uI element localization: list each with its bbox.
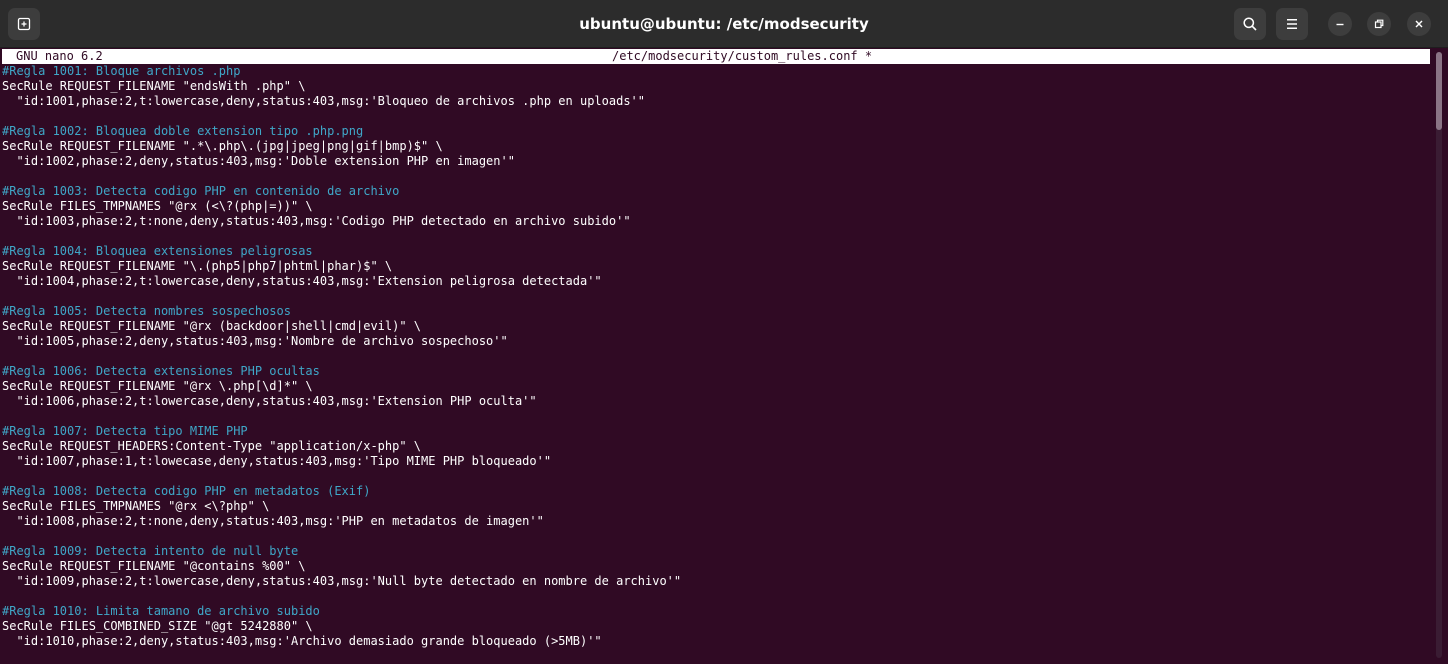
code-line: "id:1003,phase:2,t:none,deny,status:403,…	[2, 214, 631, 228]
title-bar: ubuntu@ubuntu: /etc/modsecurity	[0, 0, 1448, 48]
comment-line: #Regla 1003: Detecta codigo PHP en conte…	[2, 184, 400, 198]
code-line: SecRule REQUEST_FILENAME "@contains %00"…	[2, 559, 306, 573]
code-line: SecRule REQUEST_HEADERS:Content-Type "ap…	[2, 439, 422, 453]
nano-header-bar: GNU nano 6.2 /etc/modsecurity/custom_rul…	[2, 49, 1430, 64]
code-line: SecRule REQUEST_FILENAME "@rx \.php[\d]*…	[2, 379, 313, 393]
search-button[interactable]	[1234, 8, 1266, 40]
comment-line: #Regla 1004: Bloquea extensiones peligro…	[2, 244, 313, 258]
restore-icon	[1374, 19, 1384, 29]
code-line: SecRule FILES_TMPNAMES "@rx <\?php" \	[2, 499, 270, 513]
code-line: "id:1004,phase:2,t:lowercase,deny,status…	[2, 274, 602, 288]
code-line: "id:1007,phase:1,t:lowecase,deny,status:…	[2, 454, 552, 468]
search-icon	[1242, 16, 1258, 32]
new-tab-button[interactable]	[8, 8, 40, 40]
code-line: "id:1002,phase:2,deny,status:403,msg:'Do…	[2, 154, 515, 168]
comment-line: #Regla 1005: Detecta nombres sospechosos	[2, 304, 291, 318]
code-line: SecRule REQUEST_FILENAME ".*\.php\.(jpg|…	[2, 139, 443, 153]
scrollbar-thumb[interactable]	[1436, 52, 1442, 130]
hamburger-menu-icon	[1285, 18, 1299, 30]
new-tab-icon	[16, 16, 32, 32]
scrollbar[interactable]	[1436, 52, 1442, 658]
comment-line: #Regla 1002: Bloquea doble extension tip…	[2, 124, 364, 138]
window-title: ubuntu@ubuntu: /etc/modsecurity	[579, 15, 869, 33]
nano-filename: /etc/modsecurity/custom_rules.conf *	[612, 49, 873, 63]
code-line: "id:1005,phase:2,deny,status:403,msg:'No…	[2, 334, 508, 348]
nano-version: GNU nano 6.2	[16, 49, 103, 63]
close-button[interactable]	[1407, 12, 1431, 36]
minimize-button[interactable]	[1328, 12, 1352, 36]
comment-line: #Regla 1006: Detecta extensiones PHP ocu…	[2, 364, 320, 378]
code-line: "id:1001,phase:2,t:lowercase,deny,status…	[2, 94, 645, 108]
comment-line: #Regla 1009: Detecta intento de null byt…	[2, 544, 299, 558]
close-icon	[1414, 19, 1424, 29]
code-line: "id:1006,phase:2,t:lowercase,deny,status…	[2, 394, 537, 408]
code-line: SecRule REQUEST_FILENAME "endsWith .php"…	[2, 79, 306, 93]
code-line: "id:1009,phase:2,t:lowercase,deny,status…	[2, 574, 682, 588]
code-line: SecRule FILES_COMBINED_SIZE "@gt 5242880…	[2, 619, 313, 633]
comment-line: #Regla 1008: Detecta codigo PHP en metad…	[2, 484, 371, 498]
comment-line: #Regla 1001: Bloque archivos .php	[2, 64, 241, 78]
comment-line: #Regla 1007: Detecta tipo MIME PHP	[2, 424, 248, 438]
code-line: SecRule REQUEST_FILENAME "@rx (backdoor|…	[2, 319, 422, 333]
terminal-area[interactable]: GNU nano 6.2 /etc/modsecurity/custom_rul…	[0, 48, 1448, 664]
code-line: SecRule REQUEST_FILENAME "\.(php5|php7|p…	[2, 259, 393, 273]
restore-button[interactable]	[1367, 12, 1391, 36]
editor-content[interactable]: #Regla 1001: Bloque archivos .php SecRule…	[2, 64, 681, 649]
menu-button[interactable]	[1276, 8, 1308, 40]
code-line: "id:1008,phase:2,t:none,deny,status:403,…	[2, 514, 544, 528]
code-line: SecRule FILES_TMPNAMES "@rx (<\?(php|=))…	[2, 199, 313, 213]
code-line: "id:1010,phase:2,deny,status:403,msg:'Ar…	[2, 634, 602, 648]
comment-line: #Regla 1010: Limita tamano de archivo su…	[2, 604, 320, 618]
minimize-icon	[1335, 19, 1345, 29]
